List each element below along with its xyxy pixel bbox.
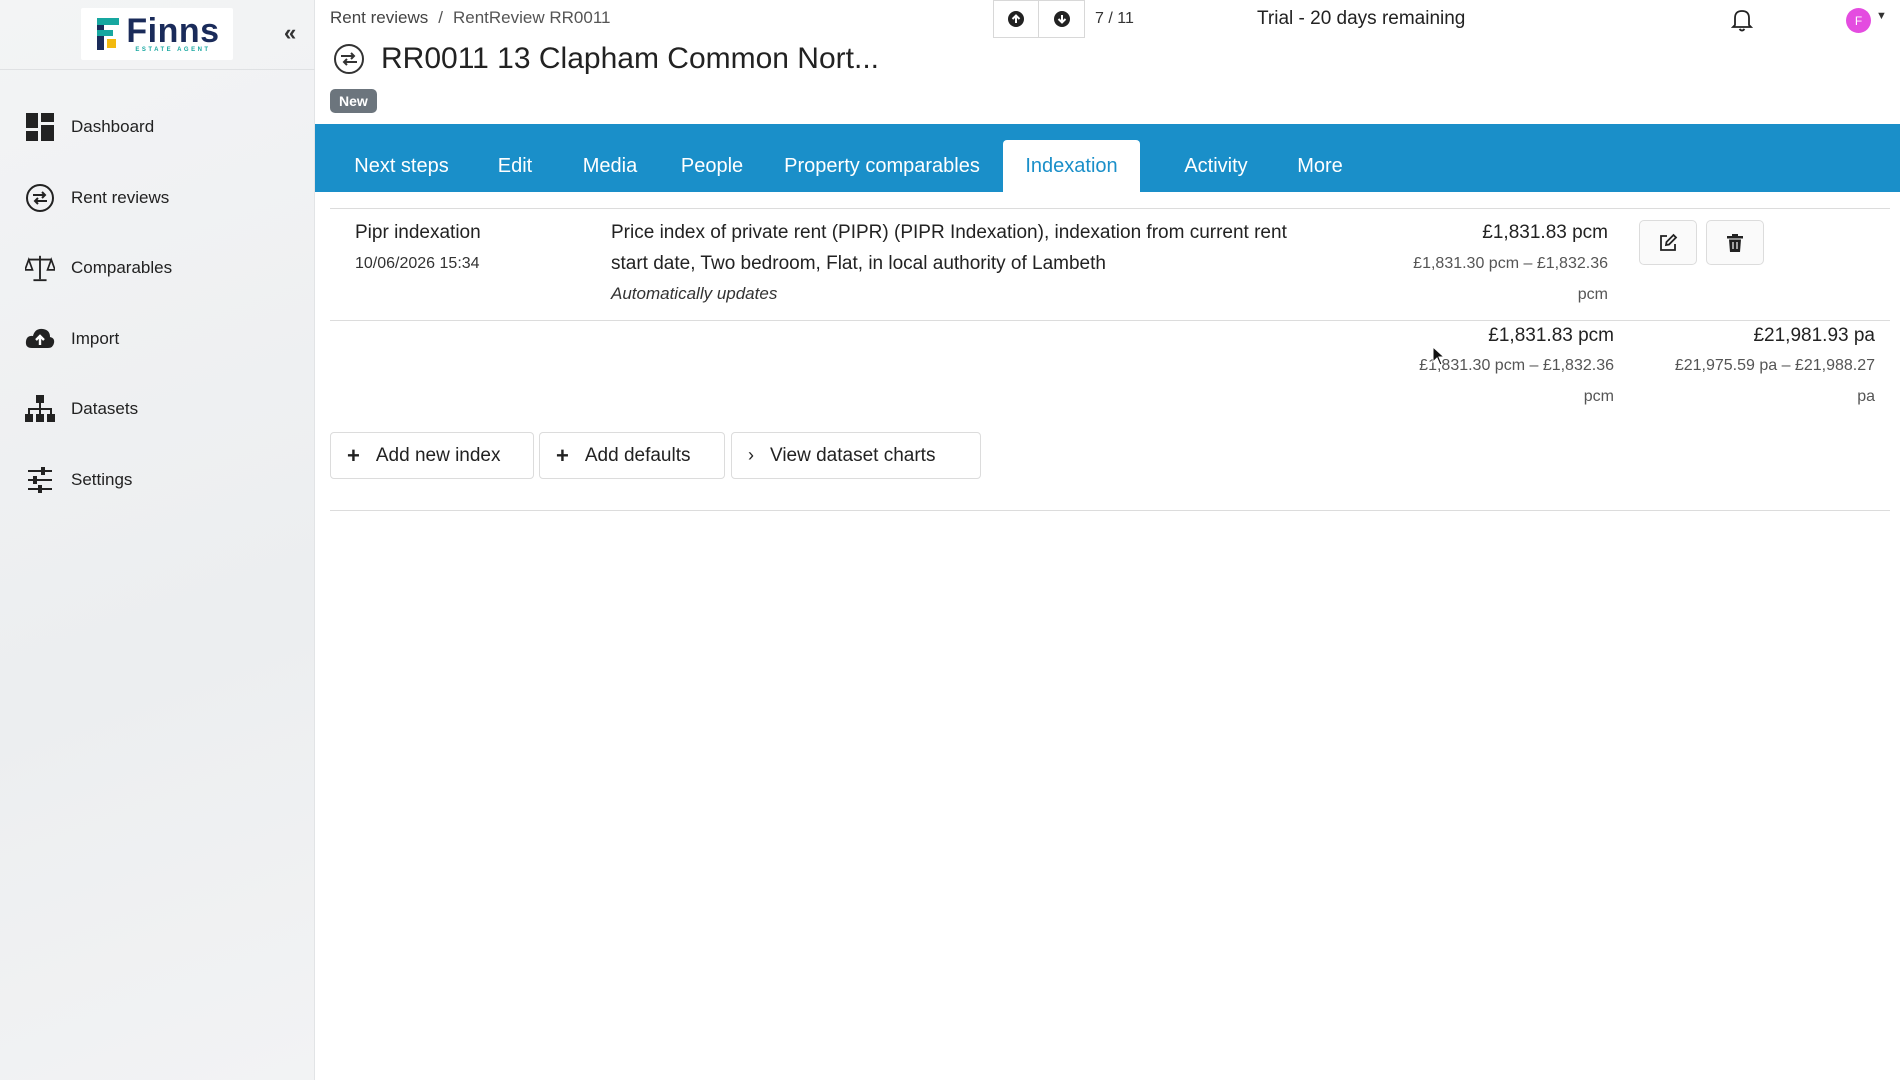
add-new-index-button[interactable]: + Add new index (330, 432, 534, 479)
view-dataset-charts-button[interactable]: › View dataset charts (731, 432, 981, 479)
sidebar-nav: Dashboard Rent reviews Comparables Impor… (0, 92, 315, 515)
tab-activity[interactable]: Activity (1156, 140, 1276, 192)
tab-property-comparables[interactable]: Property comparables (777, 140, 987, 192)
add-defaults-button[interactable]: + Add defaults (539, 432, 725, 479)
sidebar-item-settings[interactable]: Settings (0, 445, 315, 516)
sidebar-item-label: Settings (71, 469, 133, 489)
total-pcm-range-line-2: pcm (1583, 388, 1614, 405)
sidebar-item-comparables[interactable]: Comparables (0, 233, 315, 304)
breadcrumb-rent-reviews-link[interactable]: Rent reviews (330, 8, 428, 28)
breadcrumb-separator: / (438, 8, 443, 27)
tab-media[interactable]: Media (573, 140, 647, 192)
sidebar-divider (0, 69, 315, 70)
sidebar-item-label: Dashboard (71, 117, 155, 137)
total-pcm-range-line-1: £1,831.30 pcm – £1,832.36 (1419, 357, 1614, 374)
tab-more[interactable]: More (1275, 140, 1365, 192)
rent-review-icon (334, 44, 364, 74)
index-range-line-1: £1,831.30 pcm – £1,832.36 (1413, 255, 1608, 272)
index-value: £1,831.83 pcm (1482, 222, 1608, 243)
content-bottom-divider (330, 510, 1890, 511)
delete-index-button[interactable] (1706, 220, 1764, 265)
status-badge: New (330, 89, 377, 113)
total-pa-range-line-2: pa (1857, 388, 1875, 405)
sidebar-item-label: Datasets (71, 399, 139, 419)
table-top-divider (330, 208, 1890, 209)
record-position: 7 / 11 (1095, 10, 1134, 27)
chevron-right-icon: › (748, 445, 754, 465)
index-description-line-1: Price index of private rent (PIPR) (PIPR… (611, 222, 1287, 243)
total-pa-value: £21,981.93 pa (1753, 325, 1875, 346)
plus-icon: + (556, 442, 569, 468)
tab-indexation[interactable]: Indexation (1003, 140, 1140, 192)
tab-next-steps[interactable]: Next steps (343, 140, 460, 192)
table-row-divider (330, 320, 1890, 321)
record-pager: 7 / 11 (993, 0, 1134, 38)
trial-status: Trial - 20 days remaining (1257, 8, 1466, 29)
breadcrumb-current: RentReview RR0011 (453, 8, 611, 27)
sidebar-item-datasets[interactable]: Datasets (0, 374, 315, 445)
finns-logo[interactable]: Finns ESTATE AGENT (81, 8, 233, 60)
page-title-row: RR0011 13 Clapham Common Nort... (333, 42, 879, 76)
index-description-line-2: start date, Two bedroom, Flat, in local … (611, 253, 1106, 274)
total-pcm-value: £1,831.83 pcm (1488, 325, 1614, 346)
sliders-icon (25, 465, 55, 495)
collapse-sidebar-button[interactable]: « (284, 20, 296, 46)
logo-name: Finns (126, 12, 220, 50)
logo-subtitle: ESTATE AGENT (135, 47, 211, 53)
add-new-index-label: Add new index (375, 444, 501, 466)
trash-icon (1727, 233, 1743, 252)
sidebar-item-label: Import (71, 328, 120, 348)
index-range-line-2: pcm (1577, 286, 1608, 303)
arrow-up-circle-icon (1008, 11, 1024, 27)
plus-icon: + (347, 442, 360, 468)
sidebar-item-rent-reviews[interactable]: Rent reviews (0, 163, 315, 234)
tab-people[interactable]: People (672, 140, 752, 192)
add-defaults-label: Add defaults (584, 444, 691, 466)
cloud-upload-icon (25, 324, 55, 354)
hierarchy-icon (25, 394, 55, 424)
notifications-bell-icon[interactable] (1730, 8, 1754, 37)
auto-update-note: Automatically updates (611, 284, 778, 303)
mouse-cursor-icon (1432, 346, 1446, 366)
sidebar-item-label: Rent reviews (71, 187, 170, 207)
breadcrumb: Rent reviews / RentReview RR0011 (330, 8, 610, 28)
finns-logo-mark-icon (94, 16, 120, 52)
total-pa-range-line-1: £21,975.59 pa – £21,988.27 (1674, 357, 1875, 374)
arrow-down-circle-icon (1053, 11, 1070, 27)
rent-review-icon (25, 183, 55, 213)
index-name: Pipr indexation (355, 222, 481, 243)
edit-icon (1660, 233, 1678, 251)
chevron-down-icon[interactable]: ▼ (1876, 10, 1887, 22)
tab-bar: Next steps Edit Media People Property co… (315, 124, 1900, 192)
dashboard-icon (25, 112, 55, 142)
scales-icon (25, 253, 55, 283)
tab-edit[interactable]: Edit (485, 140, 545, 192)
index-date: 10/06/2026 15:34 (355, 255, 480, 272)
edit-index-button[interactable] (1639, 220, 1697, 265)
sidebar-item-label: Comparables (71, 258, 173, 278)
previous-record-button[interactable] (993, 0, 1039, 38)
page-title: RR0011 13 Clapham Common Nort... (381, 42, 879, 75)
sidebar: Finns ESTATE AGENT « Dashboard Rent revi… (0, 0, 315, 1080)
view-dataset-charts-label: View dataset charts (770, 444, 936, 466)
sidebar-item-import[interactable]: Import (0, 304, 315, 375)
next-record-button[interactable] (1039, 0, 1085, 38)
sidebar-item-dashboard[interactable]: Dashboard (0, 92, 315, 163)
user-avatar[interactable]: F (1846, 8, 1871, 33)
